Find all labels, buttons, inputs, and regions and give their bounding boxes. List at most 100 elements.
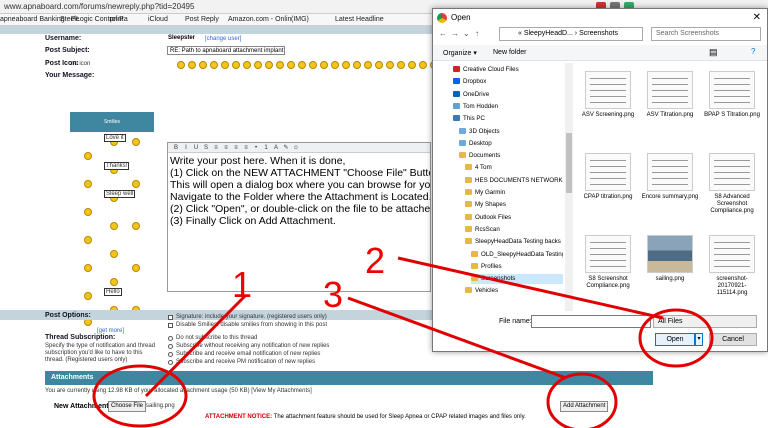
- help-icon[interactable]: ?: [751, 47, 755, 56]
- subscription-radio[interactable]: [168, 360, 173, 365]
- disable-smilies-checkbox[interactable]: [168, 323, 173, 328]
- smiley-icon[interactable]: [84, 292, 92, 300]
- post-icon-option[interactable]: [199, 61, 207, 69]
- editor-tool-icon[interactable]: U: [192, 144, 200, 152]
- post-icon-option[interactable]: [210, 61, 218, 69]
- tree-item[interactable]: Documents: [459, 151, 500, 161]
- editor-tool-icon[interactable]: B: [172, 144, 180, 152]
- smiley-icon[interactable]: [132, 264, 140, 272]
- subject-input[interactable]: RE: Path to apnaboard attachment implant…: [167, 46, 285, 55]
- post-icon-option[interactable]: [188, 61, 196, 69]
- bookmark-item[interactable]: (IMG): [291, 16, 309, 23]
- bookmark-item[interactable]: print: [110, 16, 124, 23]
- cancel-button[interactable]: Cancel: [709, 333, 757, 346]
- smiley-icon[interactable]: [132, 138, 140, 146]
- smiley-icon[interactable]: [132, 222, 140, 230]
- file-type-select[interactable]: All Files: [653, 315, 757, 328]
- message-editor[interactable]: B I U S ≡ ≡ ≡ ≡ • 1 A ✎ ☺ Write your post here. When…: [167, 142, 431, 292]
- tree-item[interactable]: Outlook Files: [465, 213, 511, 223]
- file-item[interactable]: screenshot-20170921-115114.png: [703, 235, 761, 297]
- tree-item[interactable]: RcsScan: [465, 225, 500, 235]
- smiley-icon[interactable]: [84, 152, 92, 160]
- post-icon-option[interactable]: [232, 61, 240, 69]
- smiley-icon[interactable]: [110, 250, 118, 258]
- up-arrow-icon[interactable]: ↑: [475, 29, 479, 38]
- organize-menu[interactable]: Organize ▾: [443, 49, 477, 57]
- editor-tool-icon[interactable]: ≡: [212, 144, 220, 152]
- file-name-input[interactable]: [531, 315, 651, 328]
- smiley-icon[interactable]: [132, 180, 140, 188]
- editor-tool-icon[interactable]: ≡: [222, 144, 230, 152]
- back-arrow-icon[interactable]: ←: [439, 29, 447, 38]
- bookmark-item[interactable]: Latest Headline: [335, 16, 384, 23]
- signature-checkbox[interactable]: [168, 315, 173, 320]
- scrollbar-thumb[interactable]: [566, 133, 572, 193]
- post-icon-option[interactable]: [287, 61, 295, 69]
- file-item[interactable]: BPAP S Titration.png: [703, 71, 761, 119]
- file-item[interactable]: Encore summary.png: [641, 153, 699, 201]
- post-icon-option[interactable]: [298, 61, 306, 69]
- tree-item[interactable]: Profiles: [471, 262, 502, 272]
- tree-item[interactable]: Screenshots: [471, 274, 563, 285]
- file-item[interactable]: ASV Titration.png: [641, 71, 699, 119]
- tree-item[interactable]: My Garmin: [465, 188, 505, 198]
- open-button[interactable]: Open: [655, 333, 695, 346]
- tree-item[interactable]: HES DOCUMENTS NETWORK: [465, 176, 563, 186]
- post-icon-option[interactable]: [342, 61, 350, 69]
- tree-item[interactable]: Creative Cloud Files: [453, 65, 519, 75]
- post-icon-option[interactable]: [254, 61, 262, 69]
- editor-tool-icon[interactable]: ✎: [282, 144, 290, 152]
- tree-item[interactable]: Dropbox: [453, 77, 486, 87]
- subscription-radio[interactable]: [168, 336, 173, 341]
- editor-tool-icon[interactable]: S: [202, 144, 210, 152]
- dialog-address-bar[interactable]: « SleepyHeadD... › Screenshots: [499, 27, 643, 41]
- tree-scrollbar[interactable]: [565, 63, 573, 311]
- post-icon-option[interactable]: [243, 61, 251, 69]
- tree-item[interactable]: This PC: [453, 114, 485, 124]
- post-icon-option[interactable]: [397, 61, 405, 69]
- tree-item[interactable]: OLD_SleepyHeadData Testing: [471, 250, 563, 260]
- post-icon-option[interactable]: [309, 61, 317, 69]
- tree-item[interactable]: Tom Hodden: [453, 102, 498, 112]
- file-item[interactable]: sailing.png: [641, 235, 699, 283]
- tree-item[interactable]: 3D Objects: [459, 127, 500, 137]
- smiley-icon[interactable]: [110, 222, 118, 230]
- no-icon-option[interactable]: no icon: [71, 61, 90, 67]
- post-icon-option[interactable]: [408, 61, 416, 69]
- post-icon-option[interactable]: [276, 61, 284, 69]
- post-icon-option[interactable]: [265, 61, 273, 69]
- choose-file-button[interactable]: Choose File: [108, 401, 147, 412]
- post-icon-option[interactable]: [364, 61, 372, 69]
- search-input[interactable]: Search Screenshots: [651, 27, 761, 41]
- smiley-icon[interactable]: [110, 278, 118, 286]
- view-options-icon[interactable]: ▤: [709, 47, 718, 58]
- tree-item[interactable]: OneDrive: [453, 90, 489, 100]
- add-attachment-button[interactable]: Add Attachment: [560, 401, 609, 412]
- file-item[interactable]: S8 Screenshot Compliance.png: [579, 235, 637, 290]
- editor-tool-icon[interactable]: I: [182, 144, 190, 152]
- bookmark-item[interactable]: Amazon.com - Onlin: [228, 16, 291, 23]
- bookmark-item[interactable]: Post Reply: [185, 16, 219, 23]
- post-icon-option[interactable]: [353, 61, 361, 69]
- smiley-icon[interactable]: [84, 180, 92, 188]
- editor-tool-icon[interactable]: ☺: [292, 144, 300, 152]
- open-dropdown-icon[interactable]: ▾: [695, 333, 703, 346]
- editor-tool-icon[interactable]: •: [252, 144, 260, 152]
- tree-item[interactable]: 4 Tom: [465, 163, 492, 173]
- post-icon-option[interactable]: [331, 61, 339, 69]
- new-folder-button[interactable]: New folder: [493, 49, 526, 56]
- post-icon-option[interactable]: [320, 61, 328, 69]
- post-icon-option[interactable]: [375, 61, 383, 69]
- recent-locations-icon[interactable]: ⌄: [463, 29, 470, 38]
- editor-tool-icon[interactable]: ≡: [242, 144, 250, 152]
- change-user-link[interactable]: [change user]: [205, 36, 241, 42]
- tree-item[interactable]: Desktop: [459, 139, 492, 149]
- editor-tool-icon[interactable]: 1: [262, 144, 270, 152]
- file-item[interactable]: CPAP titration.png: [579, 153, 637, 201]
- tree-item[interactable]: My Shapes: [465, 200, 506, 210]
- file-item[interactable]: ASV Screening.png: [579, 71, 637, 119]
- post-icon-option[interactable]: [221, 61, 229, 69]
- post-icon-option[interactable]: [177, 61, 185, 69]
- smiley-icon[interactable]: [84, 208, 92, 216]
- smiley-icon[interactable]: [84, 236, 92, 244]
